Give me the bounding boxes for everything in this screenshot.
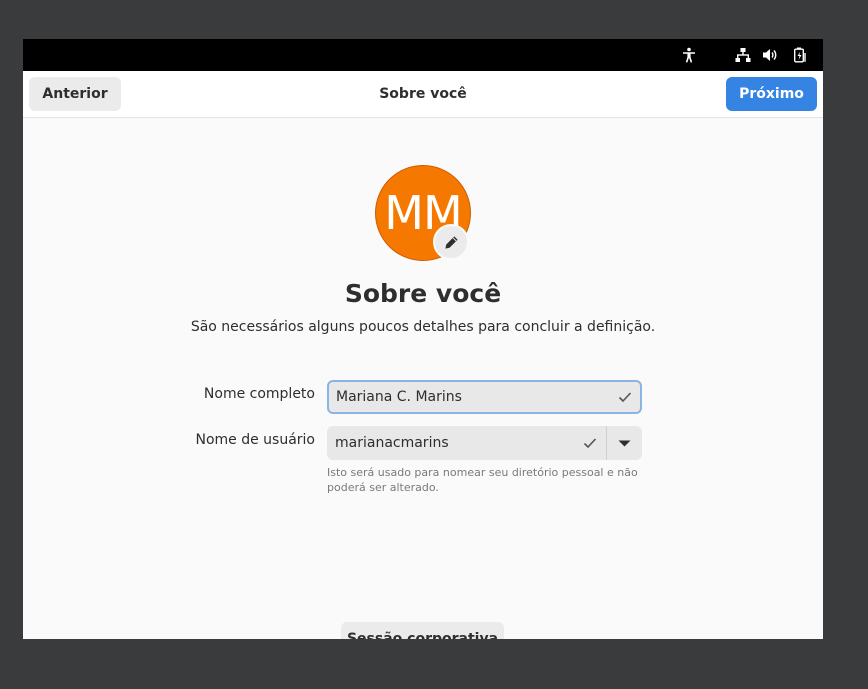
username-hint: Isto será usado para nomear seu diretóri… bbox=[327, 466, 638, 494]
network-icon[interactable] bbox=[735, 47, 751, 63]
top-bar bbox=[23, 39, 823, 71]
header-bar: Anterior Sobre você Próximo bbox=[23, 71, 823, 118]
username-field[interactable]: marianacmarins bbox=[327, 426, 642, 460]
volume-icon[interactable] bbox=[762, 47, 778, 63]
header-title: Sobre você bbox=[379, 86, 467, 102]
fullname-label: Nome completo bbox=[203, 386, 315, 402]
accessibility-icon[interactable] bbox=[681, 47, 697, 63]
previous-button[interactable]: Anterior bbox=[29, 77, 121, 111]
page-subtitle: São necessários alguns poucos detalhes p… bbox=[190, 319, 656, 335]
fullname-field[interactable]: Mariana C. Marins bbox=[327, 380, 642, 414]
username-dropdown-button[interactable] bbox=[607, 426, 642, 460]
edit-avatar-button[interactable] bbox=[433, 224, 469, 260]
check-icon bbox=[618, 382, 632, 423]
setup-window: Anterior Sobre você Próximo MM Sobre voc… bbox=[23, 39, 823, 639]
page-title: Sobre você bbox=[344, 279, 502, 308]
chevron-down-icon bbox=[607, 440, 642, 464]
battery-icon[interactable] bbox=[792, 47, 808, 63]
next-button[interactable]: Próximo bbox=[726, 77, 817, 111]
username-value: marianacmarins bbox=[335, 435, 449, 451]
enterprise-login-button[interactable]: Sessão corporativa bbox=[341, 622, 504, 639]
fullname-value: Mariana C. Marins bbox=[336, 389, 462, 405]
username-label: Nome de usuário bbox=[195, 432, 315, 448]
